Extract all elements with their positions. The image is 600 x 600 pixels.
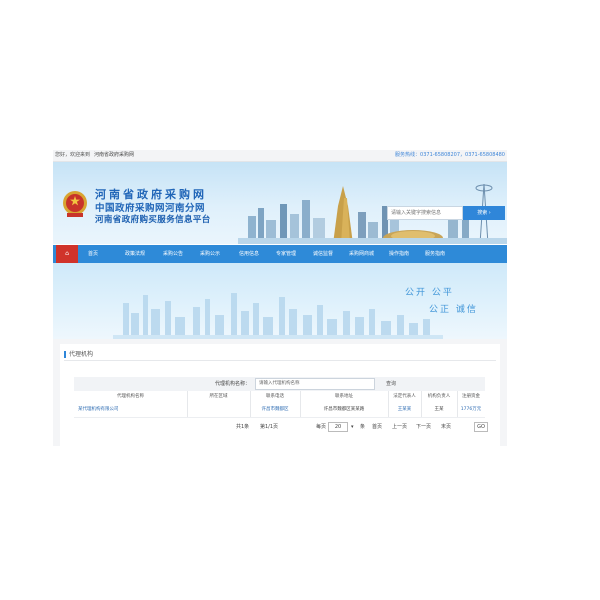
column-header-phone: 联系电话 xyxy=(266,394,284,399)
agency-name-input[interactable]: 请输入代理机构名称 xyxy=(255,378,375,390)
column-divider xyxy=(388,391,389,417)
agency-panel: 代理机构 代理机构名称： 请输入代理机构名称 查询 代理机构名称 所在区域 联系… xyxy=(60,344,500,446)
nav-item-policy[interactable]: 政策法规 xyxy=(125,245,145,263)
pager-page-info: 第1/1页 xyxy=(260,424,279,430)
site-platform-title: 河南省政府购买服务信息平台 xyxy=(95,215,211,225)
banner: 公开 公平 公正 诚信 xyxy=(53,263,507,339)
pager-first-button[interactable]: 首页 xyxy=(372,421,382,433)
nav-item-experts[interactable]: 专家管理 xyxy=(276,245,296,263)
column-divider xyxy=(421,391,422,417)
banner-skyline-graphic xyxy=(113,293,443,339)
site-search-button[interactable]: 搜索 › xyxy=(463,206,505,220)
top-bar: 您好，欢迎来到 河南省政府采购网 服务热线：0371-65808207，0371-… xyxy=(53,150,507,162)
home-icon[interactable]: ⌂ xyxy=(56,245,78,263)
nav-item-guide[interactable]: 操作指南 xyxy=(389,245,409,263)
panel-divider xyxy=(64,360,496,361)
national-emblem-icon xyxy=(63,191,87,217)
welcome-text: 您好，欢迎来到 xyxy=(55,152,91,158)
column-header-capital: 注册资金 xyxy=(462,394,480,399)
pager-next-button[interactable]: 下一页 xyxy=(416,421,431,433)
pagination: 共1条 第1/1页 每页 20 ▾ 条 首页 上一页 下一页 末页 GO xyxy=(236,421,496,433)
table-row[interactable]: 某代理机构有限公司 许昌市魏都区 许昌市魏都区某某路 王某某 王某 1776万元 xyxy=(74,403,485,418)
chevron-down-icon[interactable]: ▾ xyxy=(351,421,354,433)
pager-last-button[interactable]: 末页 xyxy=(441,421,451,433)
nav-item-mall[interactable]: 采购网商城 xyxy=(349,245,374,263)
contact-hotline: 服务热线：0371-65808207，0371-65808480 xyxy=(395,152,505,158)
nav-item-supervision[interactable]: 诚信监督 xyxy=(313,245,333,263)
column-header-region: 所在区域 xyxy=(209,394,228,399)
nav-item-credit[interactable]: 信用信息 xyxy=(239,245,259,263)
agency-search-button[interactable]: 查询 xyxy=(386,378,412,390)
main-nav: ⌂ 首页 政策法规 采购公告 采购公示 信用信息 专家管理 诚信监督 采购网商城… xyxy=(53,245,507,263)
cell-capital: 1776万元 xyxy=(460,407,482,412)
column-divider xyxy=(187,391,188,417)
column-divider xyxy=(457,391,458,417)
cell-region xyxy=(187,403,250,417)
column-header-address: 联系地址 xyxy=(335,394,353,399)
portal-page: 您好，欢迎来到 河南省政府采购网 服务热线：0371-65808207，0371-… xyxy=(53,150,507,446)
nav-item-publicity[interactable]: 采购公示 xyxy=(200,245,220,263)
cell-principal: 王某 xyxy=(434,407,444,412)
slogan-line-2: 公正 诚信 xyxy=(429,305,478,315)
pager-total: 共1条 xyxy=(236,424,250,430)
portal-link[interactable]: 河南省政府采购网 xyxy=(94,152,134,158)
cell-address: 许昌市魏都区某某路 xyxy=(323,407,365,412)
nav-item-service[interactable]: 服务指南 xyxy=(425,245,445,263)
per-page-select[interactable]: 20 xyxy=(328,422,348,432)
column-header-principal: 机构负责人 xyxy=(427,394,451,399)
cell-legal-rep: 王某某 xyxy=(397,407,412,412)
content-area: 代理机构 代理机构名称： 请输入代理机构名称 查询 代理机构名称 所在区域 联系… xyxy=(53,339,507,446)
site-search-input[interactable] xyxy=(387,206,463,220)
pager-prev-button[interactable]: 上一页 xyxy=(392,421,407,433)
pager-per-page-label: 每页 xyxy=(316,424,327,430)
column-header-legal-rep: 法定代表人 xyxy=(393,394,416,399)
agency-search-row: 代理机构名称： 请输入代理机构名称 查询 xyxy=(74,377,485,391)
pager-go-button[interactable]: GO xyxy=(474,422,488,432)
slogan-line-1: 公开 公平 xyxy=(405,288,454,298)
column-header-name: 代理机构名称 xyxy=(117,394,144,399)
cell-agency-name[interactable]: 某代理机构有限公司 xyxy=(74,403,187,417)
pager-per-page-unit: 条 xyxy=(360,424,366,430)
cell-phone: 许昌市魏都区 xyxy=(261,407,289,412)
panel-title: 代理机构 xyxy=(64,351,93,358)
nav-item-announcement[interactable]: 采购公告 xyxy=(163,245,183,263)
site-header: 河南省政府采购网 中国政府采购网河南分网 河南省政府购买服务信息平台 搜索 › xyxy=(53,162,507,244)
nav-item-home[interactable]: 首页 xyxy=(88,245,98,263)
site-subtitle: 中国政府采购网河南分网 xyxy=(95,203,206,214)
agency-name-label: 代理机构名称： xyxy=(214,381,250,387)
column-divider xyxy=(300,391,301,417)
column-divider xyxy=(250,391,251,417)
